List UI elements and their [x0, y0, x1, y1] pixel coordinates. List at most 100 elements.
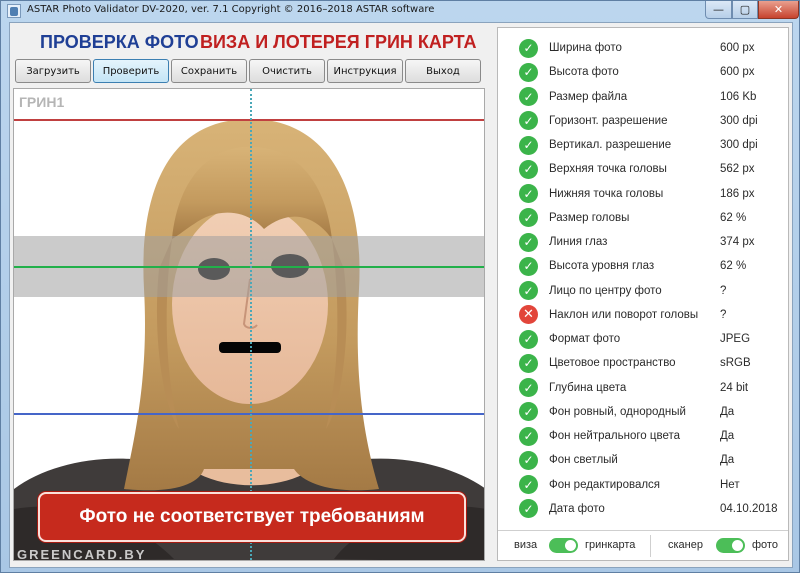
visa-label: виза [514, 539, 538, 551]
check-value: 300 dpi [720, 139, 758, 151]
checkmark-icon: ✓ [519, 135, 538, 155]
check-label: Фон светлый [549, 454, 618, 467]
title-bar[interactable]: ASTAR Photo Validator DV-2020, ver. 7.1 … [1, 1, 799, 21]
check-value: Да [720, 454, 735, 467]
app-logo-icon [7, 4, 21, 18]
checkmark-icon: ✓ [519, 450, 538, 470]
checkmark-icon: ✓ [519, 62, 538, 82]
scanner-label: сканер [668, 539, 703, 551]
check-row: ✓ Верхняя точка головы 562 px [498, 157, 788, 181]
check-value: sRGB [720, 357, 751, 370]
check-value: 600 px [720, 42, 755, 54]
page-subtitle: ВИЗА И ЛОТЕРЕЯ ГРИН КАРТА [200, 32, 477, 52]
client-area: ПРОВЕРКА ФОТО ВИЗА И ЛОТЕРЕЯ ГРИН КАРТА … [9, 22, 793, 568]
checkmark-icon: ✓ [519, 281, 538, 300]
check-value: Нет [720, 478, 740, 491]
check-label: Горизонт. разрешение [549, 114, 668, 127]
checkmark-icon: ✓ [519, 499, 538, 519]
toolbar: Загрузить Проверить Сохранить Очистить И… [15, 59, 481, 83]
check-value: 300 dpi [720, 114, 758, 127]
verdict-text: Фото не соответствует требованиям [79, 506, 425, 527]
watermark: GREENCARD.BY [17, 547, 147, 561]
check-value: 106 Kb [720, 90, 757, 103]
check-label: Лицо по центру фото [549, 284, 662, 297]
check-label: Фон нейтрального цвета [549, 430, 681, 442]
save-button[interactable]: Сохранить [171, 59, 247, 83]
check-label: Верхняя точка головы [549, 163, 667, 176]
center-guide-line [250, 89, 252, 560]
check-row: ✓ Горизонт. разрешение 300 dpi [498, 109, 788, 133]
check-value: 562 px [720, 163, 755, 176]
check-value: 24 bit [720, 381, 749, 394]
photo-profile-tag: ГРИН1 [19, 94, 65, 110]
check-row: ✓ Глубина цвета 24 bit [498, 376, 788, 400]
photo-label: фото [752, 539, 778, 551]
checkmark-icon: ✓ [519, 402, 538, 422]
verdict-banner: Фото не соответствует требованиям [38, 492, 466, 542]
check-row: ✓ Размер файла 106 Kb [498, 85, 788, 109]
check-value: ? [720, 284, 727, 297]
checkmark-icon: ✓ [519, 329, 538, 349]
check-value: 62 % [720, 211, 747, 224]
check-row: ✓ Фон ровный, однородный Да [498, 400, 788, 424]
checkmark-icon: ✓ [519, 256, 538, 276]
mode-switches: виза гринкарта сканер фото [498, 530, 788, 560]
check-row: ✓ Лицо по центру фото? [498, 279, 788, 303]
check-button[interactable]: Проверить [93, 59, 169, 83]
check-row: ✓ Цветовое пространство sRGB [498, 351, 788, 375]
instructions-button[interactable]: Инструкция [327, 59, 403, 83]
checkmark-icon: ✓ [519, 184, 538, 203]
check-label: Линия глаз [549, 236, 608, 248]
check-row: ✓ Фон нейтрального цвета Да [498, 424, 788, 448]
check-label: Размер файла [549, 90, 628, 103]
check-value: 04.10.2018 [720, 502, 778, 515]
window-title: ASTAR Photo Validator DV-2020, ver. 7.1 … [27, 4, 435, 15]
checkmark-icon: ✓ [519, 378, 538, 397]
close-button[interactable]: ✕ [758, 1, 799, 19]
checkmark-icon: ✓ [519, 353, 538, 373]
checkmark-icon: ✓ [519, 159, 538, 179]
checkmark-icon: ✓ [519, 38, 538, 58]
check-row: ✓ Нижняя точка головы 186 px [498, 182, 788, 206]
check-value: Да [720, 430, 735, 442]
check-value: 186 px [720, 187, 755, 200]
check-label: Нижняя точка головы [549, 187, 664, 200]
maximize-button[interactable]: ▢ [732, 1, 758, 19]
check-label: Ширина фото [549, 42, 622, 54]
greencard-label: гринкарта [585, 539, 636, 551]
photo-preview: ГРИН1 Фото не соответствует требованиям … [13, 88, 485, 561]
check-row: ✓ Вертикал. разрешение 300 dpi [498, 133, 788, 157]
exit-button[interactable]: Выход [405, 59, 481, 83]
check-value: JPEG [720, 333, 751, 345]
minimize-button[interactable]: — [705, 1, 732, 19]
checkmark-icon: ✓ [519, 232, 538, 252]
scanner-photo-toggle[interactable] [716, 538, 745, 553]
check-row: ✓ Формат фото JPEG [498, 327, 788, 351]
check-label: Вертикал. разрешение [549, 139, 672, 151]
checkmark-icon: ✓ [519, 208, 538, 228]
checkmark-icon: ✓ [519, 475, 538, 494]
check-row: ✓ Размер головы 62 % [498, 206, 788, 230]
check-label: Фон редактировался [549, 478, 661, 491]
check-label: Наклон или поворот головы [549, 308, 699, 321]
check-label: Глубина цвета [549, 381, 627, 394]
check-label: Высота уровня глаз [549, 260, 655, 273]
clear-button[interactable]: Очистить [249, 59, 325, 83]
check-label: Цветовое пространство [549, 357, 676, 370]
load-button[interactable]: Загрузить [15, 59, 91, 83]
check-value: ? [720, 308, 727, 321]
head-top-guide-line [14, 119, 484, 121]
visa-greencard-toggle[interactable] [549, 538, 578, 553]
check-row: ✕ Наклон или поворот головы? [498, 303, 788, 327]
page-title: ПРОВЕРКА ФОТО [40, 32, 199, 52]
check-row: ✓ Высота уровня глаз 62 % [498, 254, 788, 278]
check-label: Дата фото [549, 502, 605, 515]
check-row: ✓ Ширина фото 600 px [498, 36, 788, 60]
checkmark-icon: ✓ [519, 111, 538, 131]
cross-icon: ✕ [519, 305, 538, 325]
check-row: ✓ Фон редактировался Нет [498, 473, 788, 497]
app-window: ASTAR Photo Validator DV-2020, ver. 7.1 … [0, 0, 800, 573]
check-value: 62 % [720, 260, 747, 273]
check-value: Да [720, 405, 735, 418]
checkmark-icon: ✓ [519, 87, 538, 106]
